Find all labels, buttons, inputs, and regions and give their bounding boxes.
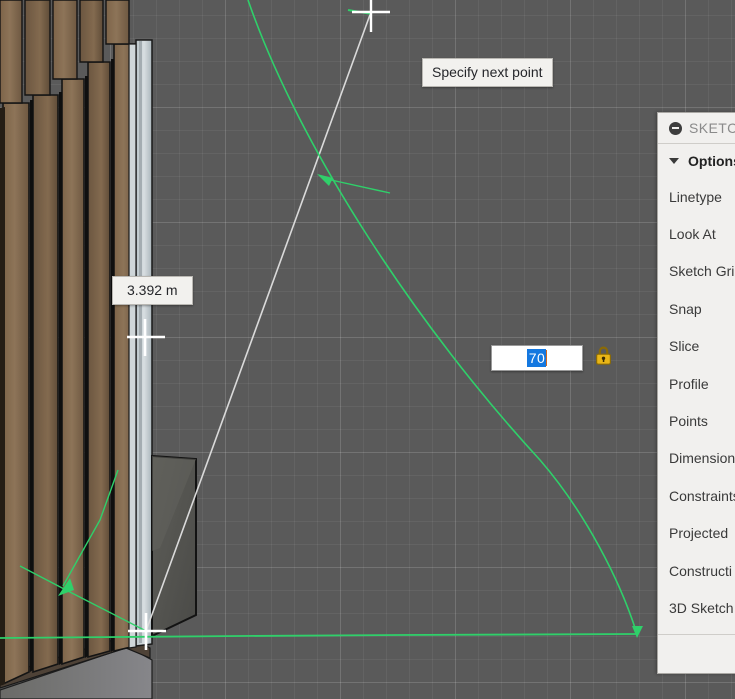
panel-row-linetype[interactable]: Linetype [658,178,735,215]
panel-row-snap[interactable]: Snap [658,290,735,327]
panel-row-label: Slice [669,338,700,355]
panel-row-points[interactable]: Points [658,402,735,439]
panel-row-label: 3D Sketch [669,599,734,616]
panel-row-projected[interactable]: Projected [658,515,735,552]
arrow-on-arc-end [632,626,643,638]
leader-line-facade [19,565,147,632]
angle-input-group[interactable]: 70 [491,345,612,371]
panel-row-3d-sketch[interactable]: 3D Sketch [658,589,735,626]
crosshair-origin [128,613,166,650]
specify-next-point-tooltip: Specify next point [422,58,553,87]
collapse-minus-icon[interactable] [669,121,682,135]
angle-arc [247,0,638,635]
horizontal-baseline [0,633,638,639]
panel-title: SKETCH [689,120,735,136]
panel-row-dimensions[interactable]: Dimension [658,440,735,477]
angle-input-value: 70 [526,349,547,367]
panel-row-label: Dimension [669,450,735,467]
panel-footer [658,634,735,673]
panel-row-label: Constraints [669,487,735,504]
panel-row-label: Look At [669,226,716,243]
panel-row-label: Projected [669,525,729,542]
panel-row-profile[interactable]: Profile [658,365,735,402]
panel-header[interactable]: SKETCH [658,113,735,144]
triangle-down-icon[interactable] [669,158,679,164]
leader-line-up-facade [62,469,119,587]
panel-row-look-at[interactable]: Look At [658,215,735,252]
crosshair-snap-mid [127,319,165,356]
angle-input-field[interactable]: 70 [491,345,583,371]
panel-group-options[interactable]: Options [658,144,735,178]
crosshair-active [352,0,390,32]
sketch-geometry-layer [0,0,643,650]
panel-row-sketch-grid[interactable]: Sketch Gri [658,253,735,290]
panel-row-label: Linetype [669,188,722,205]
panel-row-label: Points [669,413,708,430]
sketch-properties-panel[interactable]: SKETCH Options Linetype Look At Sketch G… [657,112,735,674]
text-caret [546,350,548,366]
panel-row-label: Constructi [669,562,733,579]
panel-row-slice[interactable]: Slice [658,328,735,365]
panel-row-construction[interactable]: Constructi [658,552,735,589]
panel-row-constraints[interactable]: Constraints [658,477,735,514]
padlock-icon[interactable] [595,345,612,371]
panel-row-label: Profile [669,375,709,392]
panel-group-title: Options [688,153,735,169]
rubber-band-line [145,11,372,632]
application-window: Specify next point 3.392 m 70 SKETCH Opt… [0,0,735,699]
dimension-readout: 3.392 m [112,276,193,305]
panel-row-label: Snap [669,300,702,317]
panel-row-label: Sketch Gri [669,263,735,280]
